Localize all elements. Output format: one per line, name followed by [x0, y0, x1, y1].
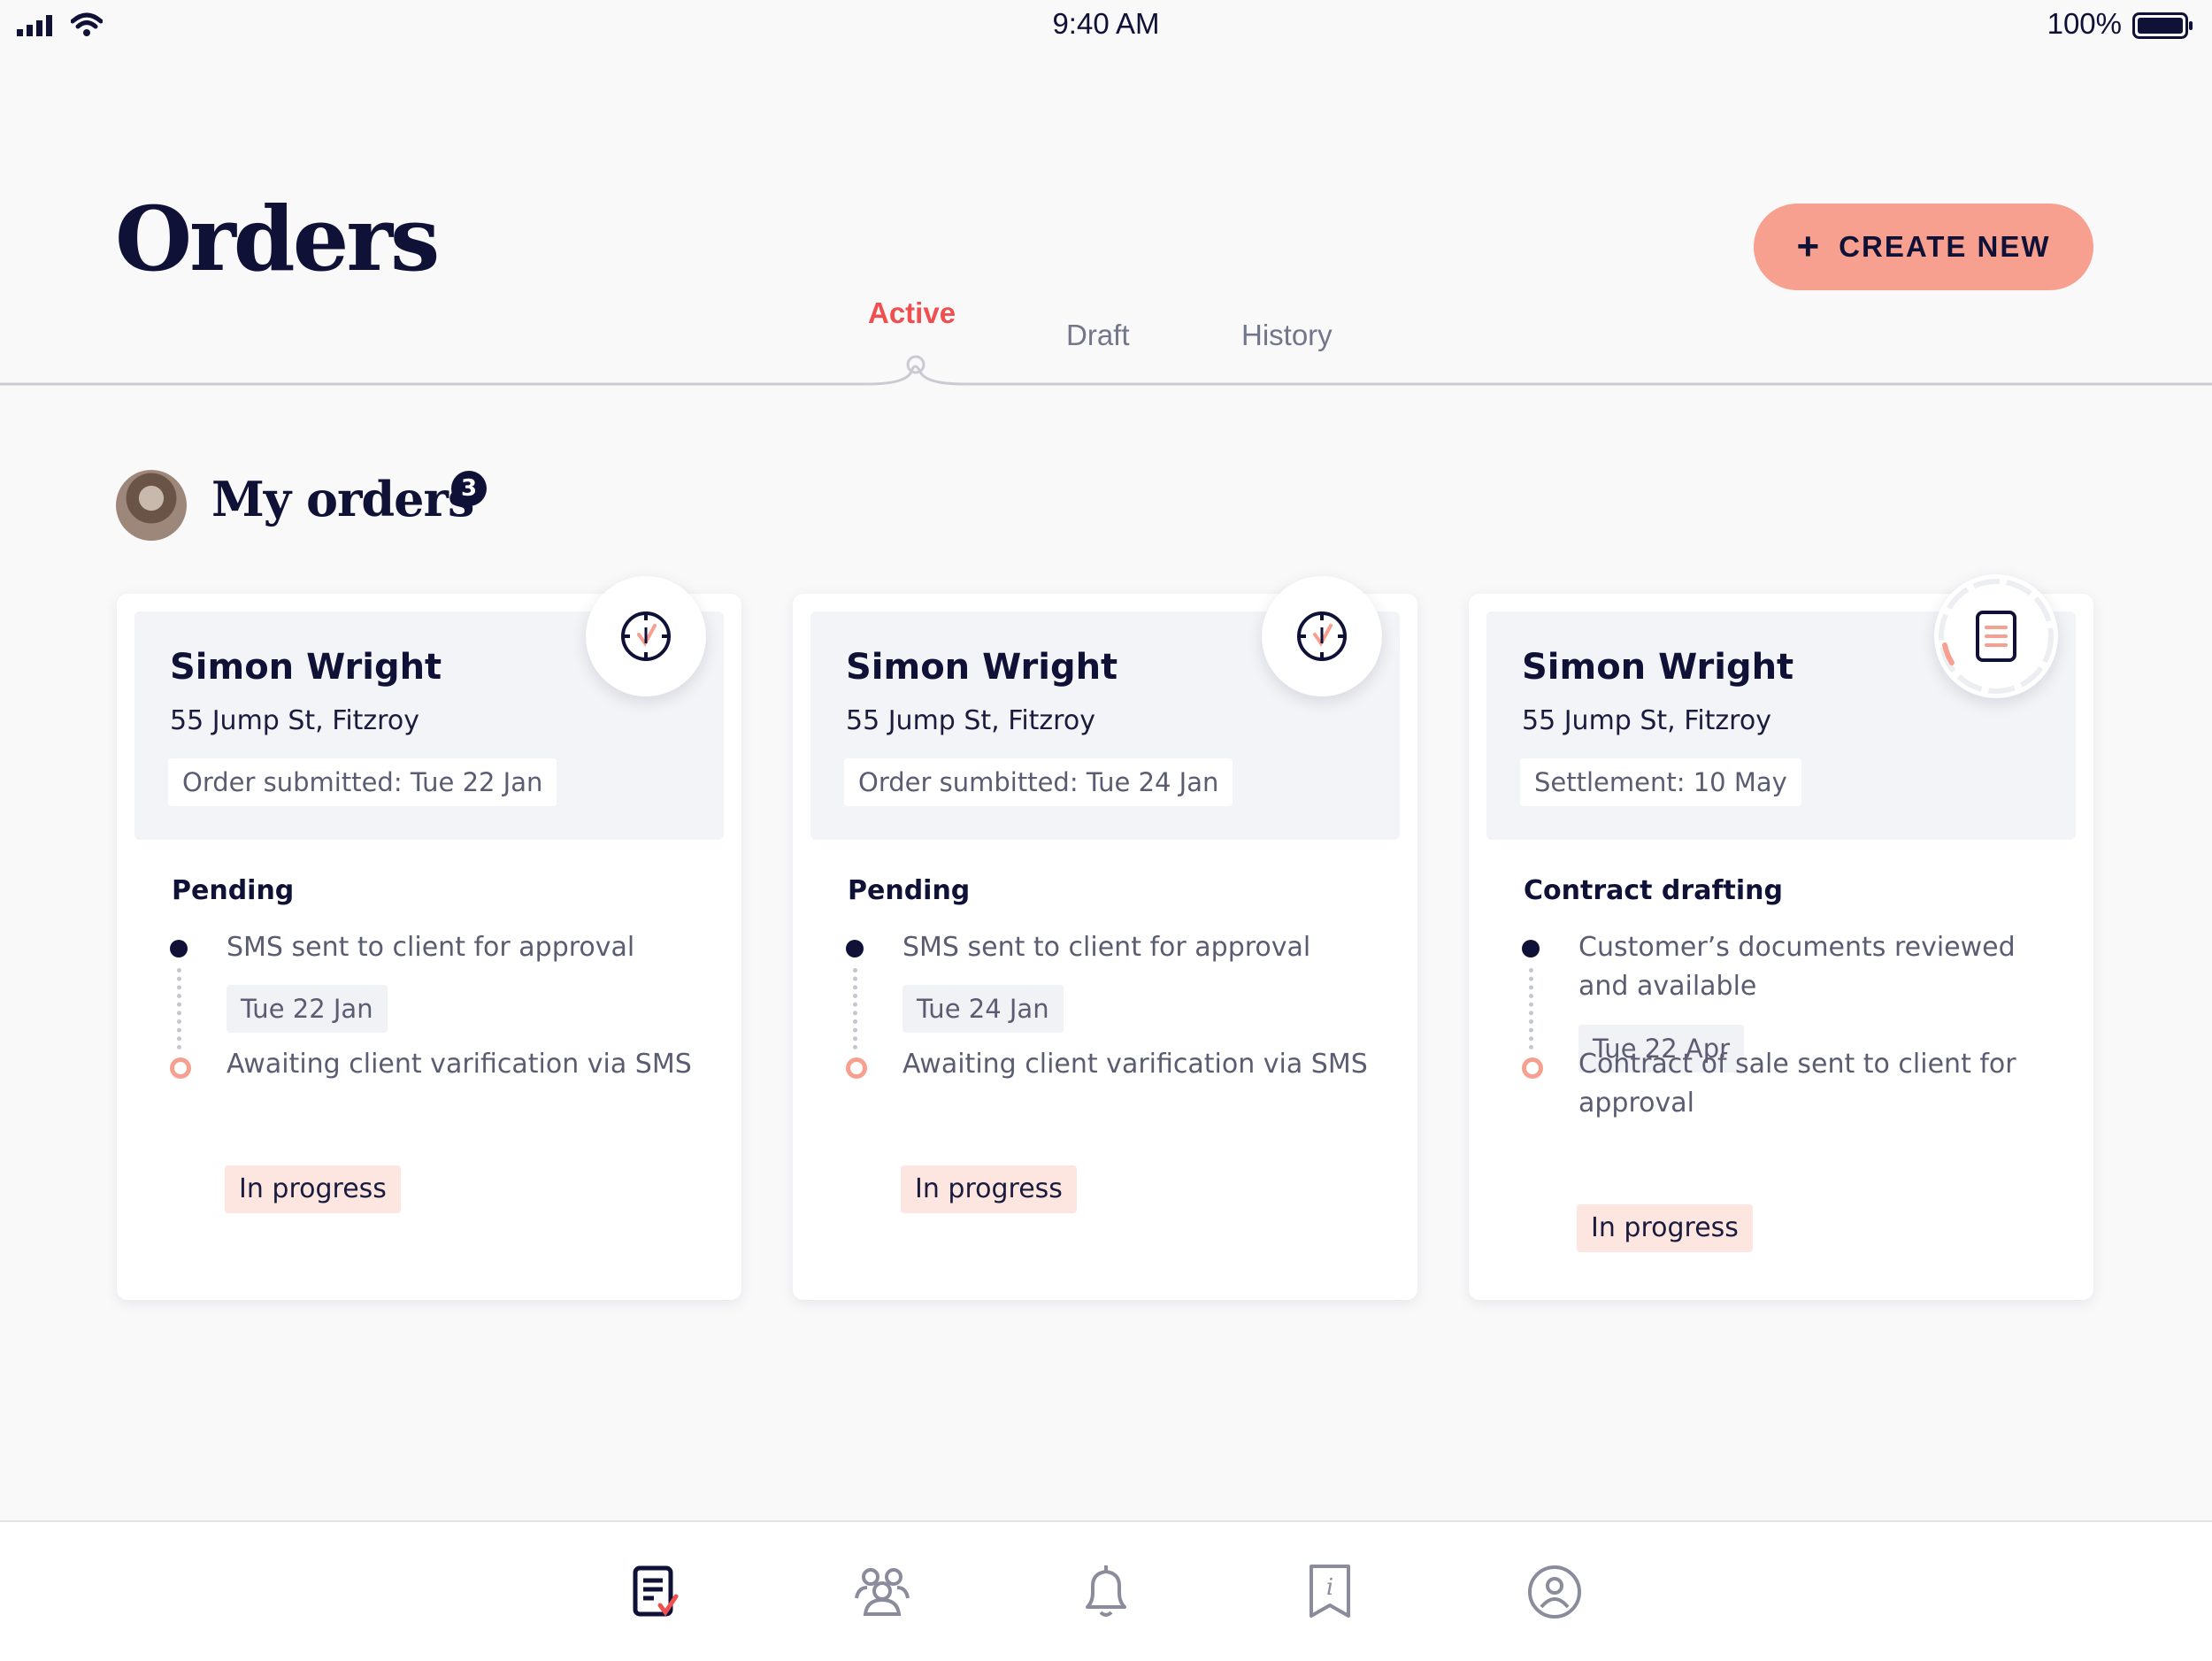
status-badge: In progress: [225, 1165, 401, 1213]
battery-icon: [2132, 12, 2193, 39]
client-address: 55 Jump St, Fitzroy: [846, 705, 1095, 736]
stage-title: Contract drafting: [1524, 875, 1783, 906]
settlement-date-chip: Settlement: 10 May: [1520, 758, 1801, 806]
client-name: Simon Wright: [170, 647, 442, 688]
step-date-chip: Tue 22 Jan: [227, 985, 388, 1033]
profile-icon[interactable]: [1524, 1561, 1586, 1623]
step-text: SMS sent to client for approval: [227, 932, 635, 963]
team-icon[interactable]: [851, 1561, 913, 1623]
status-badge: In progress: [901, 1165, 1077, 1213]
client-address: 55 Jump St, Fitzroy: [170, 705, 419, 736]
step-text: Customer’s documents reviewed and availa…: [1578, 932, 2016, 1002]
page-title: Orders: [115, 187, 440, 291]
bottom-nav: i: [0, 1520, 2212, 1661]
status-bar: 9:40 AM 100%: [0, 0, 2212, 53]
step-complete-dot: [1522, 940, 1540, 957]
clock-check-icon: [1262, 576, 1382, 696]
step-text: Awaiting client varification via SMS: [227, 1049, 692, 1080]
tab-draft[interactable]: Draft: [1066, 319, 1130, 352]
tab-active[interactable]: Active: [868, 296, 956, 330]
battery-percent: 100%: [2047, 7, 2122, 40]
order-date-chip: Order submitted: Tue 22 Jan: [168, 758, 557, 806]
order-card[interactable]: Simon Wright 55 Jump St, Fitzroy Order s…: [793, 576, 1417, 1300]
stage-title: Pending: [848, 875, 971, 906]
order-card[interactable]: Simon Wright 55 Jump St, Fitzroy Settlem…: [1469, 574, 2093, 1300]
svg-text:i: i: [1326, 1574, 1333, 1601]
create-new-button[interactable]: + CREATE NEW: [1754, 204, 2093, 290]
avatar: [116, 470, 187, 541]
orders-icon[interactable]: [625, 1561, 687, 1623]
order-card[interactable]: Simon Wright 55 Jump St, Fitzroy Order s…: [117, 576, 741, 1300]
step-in-progress-ring: [170, 1057, 191, 1079]
document-icon: [1934, 574, 2058, 698]
timeline-connector: [177, 968, 187, 1050]
step-text: SMS sent to client for approval: [902, 932, 1311, 963]
timeline-connector: [1529, 968, 1539, 1050]
client-address: 55 Jump St, Fitzroy: [1522, 705, 1771, 736]
client-name: Simon Wright: [846, 647, 1118, 688]
client-name: Simon Wright: [1522, 647, 1794, 688]
bell-icon[interactable]: [1075, 1561, 1137, 1623]
step-date-chip: Tue 24 Jan: [902, 985, 1064, 1033]
clock: 9:40 AM: [1052, 7, 1160, 40]
create-new-label: CREATE NEW: [1839, 230, 2051, 263]
order-date-chip: Order sumbitted: Tue 24 Jan: [844, 758, 1233, 806]
plus-icon: +: [1796, 225, 1822, 268]
order-count-badge: 3: [451, 471, 487, 506]
step-complete-dot: [846, 940, 864, 957]
step-in-progress-ring: [1522, 1057, 1543, 1079]
step-complete-dot: [170, 940, 188, 957]
stage-title: Pending: [172, 875, 295, 906]
step-text: Contract of sale sent to client for appr…: [1578, 1049, 2016, 1119]
status-badge: In progress: [1577, 1204, 1753, 1252]
step-in-progress-ring: [846, 1057, 867, 1079]
section-title: My orders: [211, 471, 474, 527]
info-bookmark-icon[interactable]: i: [1299, 1561, 1361, 1623]
timeline-connector: [853, 968, 863, 1050]
step-text: Awaiting client varification via SMS: [902, 1049, 1368, 1080]
clock-check-icon: [586, 576, 706, 696]
tab-indicator: [0, 355, 2212, 386]
tab-history[interactable]: History: [1241, 319, 1333, 352]
